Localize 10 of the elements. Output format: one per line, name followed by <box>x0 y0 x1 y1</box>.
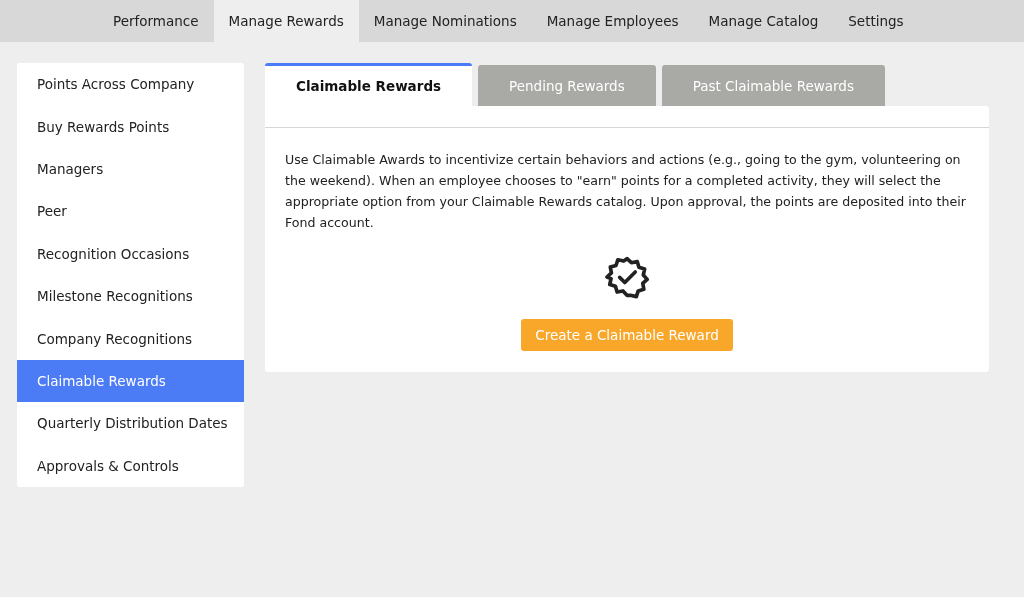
tab[interactable]: Claimable Rewards <box>265 63 473 106</box>
nav-tab[interactable]: Performance <box>98 0 214 42</box>
description-text: Use Claimable Awards to incentivize certain behaviors and actions (e.g., going to the gym, volunteering on the weekend). When an employee chooses to "earn" points for a completed activity, they will select the appropriate option from your Claimable Rewards catalog. Upon approval, the points are deposited into their Fond account. <box>284 151 967 232</box>
nav-tab[interactable]: Manage Nominations <box>358 0 532 42</box>
nav-tab[interactable]: Manage Employees <box>531 0 694 42</box>
nav-tab[interactable]: Manage Rewards <box>213 0 359 42</box>
sidebar-item[interactable]: Claimable Rewards <box>17 359 244 403</box>
nav-tab[interactable]: Manage Catalog <box>693 0 834 42</box>
badge-check-icon <box>605 255 649 299</box>
nav-tab[interactable]: Settings <box>833 0 919 42</box>
